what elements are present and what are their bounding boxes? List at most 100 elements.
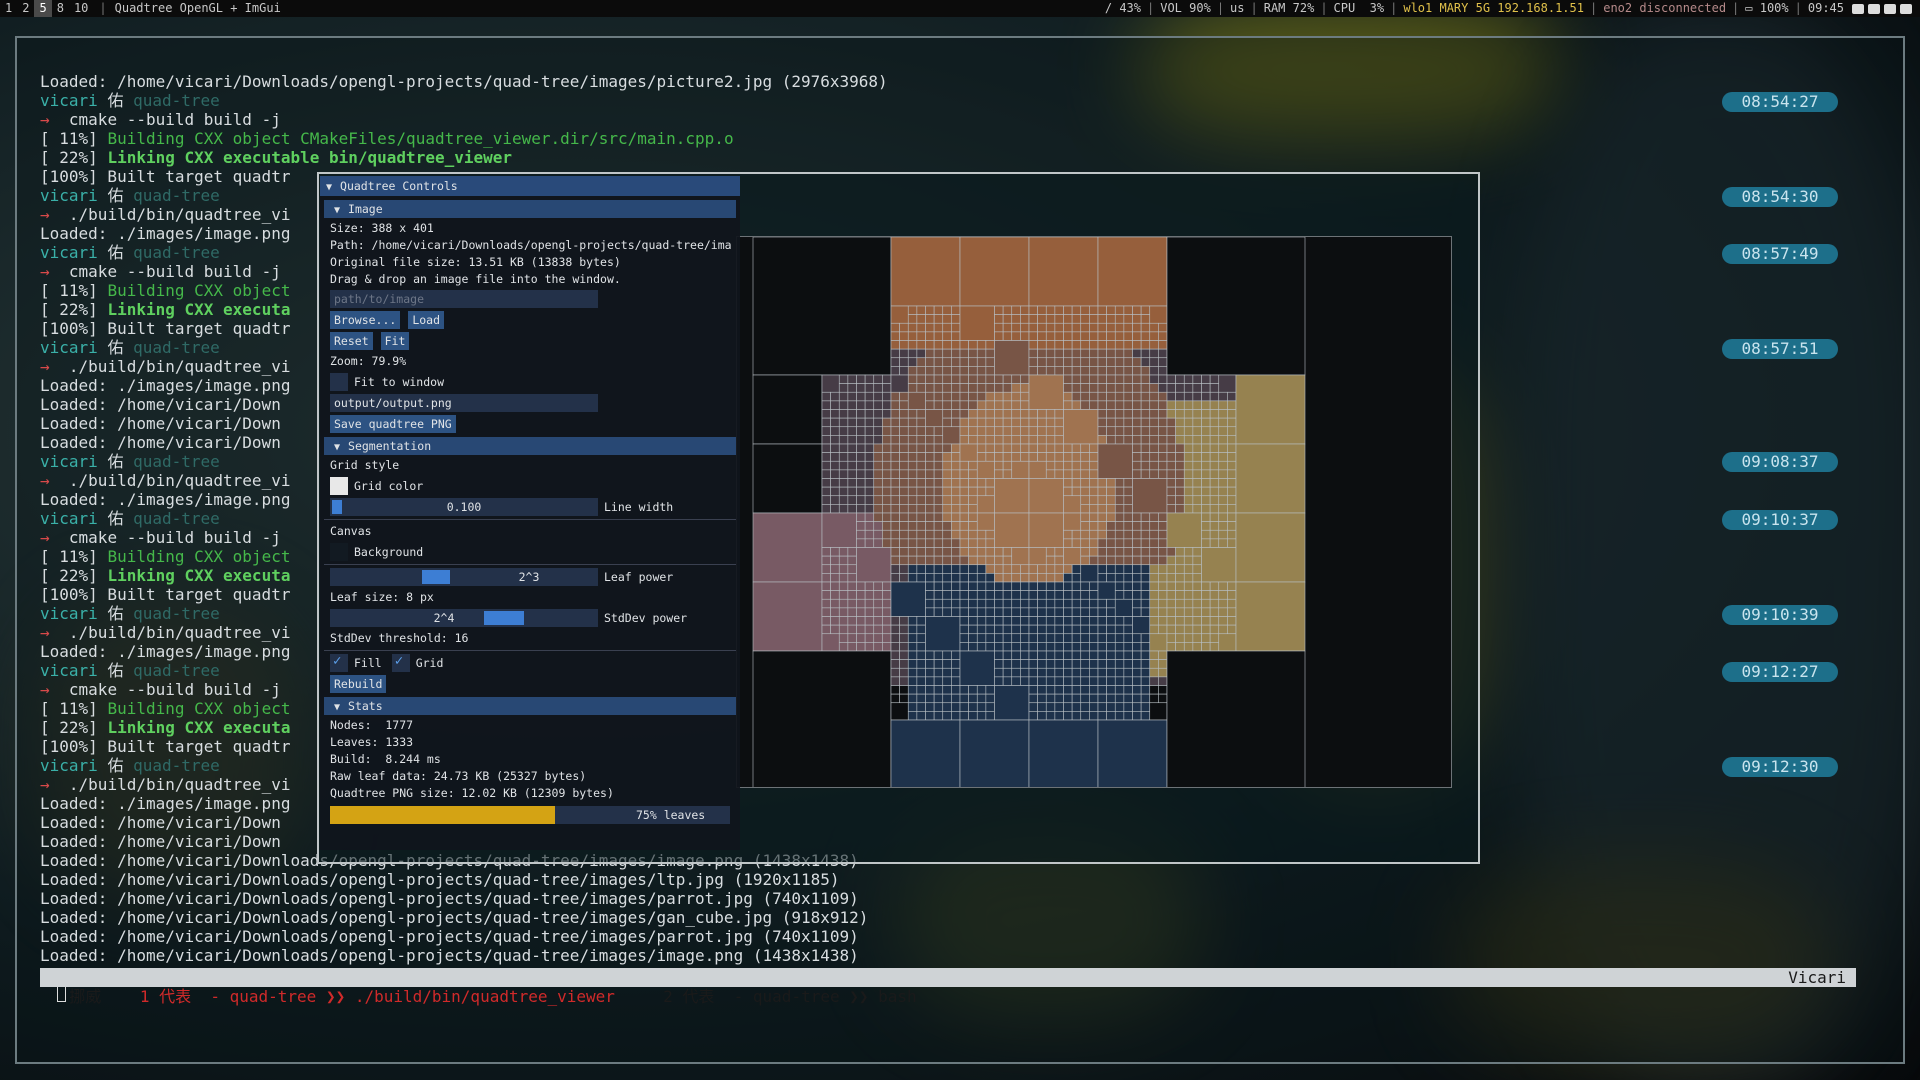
quadtree-leaf — [1080, 547, 1090, 557]
quadtree-leaf — [1140, 314, 1151, 324]
quadtree-leaf — [1114, 590, 1125, 600]
quadtree-leaf — [864, 460, 875, 471]
quadtree-leaf — [1132, 659, 1142, 669]
background-color-swatch[interactable] — [330, 543, 348, 561]
quadtree-leaf — [1175, 486, 1185, 497]
quadtree-leaf — [1071, 478, 1082, 488]
stats-section-header[interactable]: ▼ Stats — [324, 697, 736, 715]
prompt-arrow-icon: → — [40, 528, 50, 547]
browse-button[interactable]: Browse... — [330, 311, 401, 329]
output-path-input[interactable]: output/output.png — [330, 394, 598, 412]
quadtree-leaf — [856, 521, 866, 531]
workspace-5[interactable]: 5 — [34, 0, 52, 17]
save-quadtree-png-button[interactable]: Save quadtree PNG — [330, 415, 456, 433]
quadtree-leaf — [1106, 547, 1116, 557]
quadtree-leaf — [942, 391, 952, 402]
quadtree-leaf — [864, 607, 875, 617]
fill-checkbox[interactable] — [330, 653, 348, 672]
quadtree-leaf — [864, 383, 875, 393]
quadtree-leaf — [907, 667, 918, 678]
grid-checkbox[interactable] — [391, 653, 410, 672]
slider-grab[interactable] — [332, 500, 342, 514]
quadtree-leaf — [959, 650, 995, 686]
workspace-2[interactable]: 2 — [17, 0, 34, 17]
leaf-power-slider[interactable]: 2^3 — [330, 568, 598, 586]
quadtree-leaf — [1166, 564, 1176, 574]
quadtree-leaf — [1114, 357, 1125, 367]
quadtree-leaf — [847, 504, 857, 514]
quadtree-leaf — [925, 512, 935, 522]
quadtree-leaf — [873, 598, 883, 609]
quadtree-leaf — [1201, 633, 1211, 643]
load-button[interactable]: Load — [408, 311, 445, 329]
quadtree-leaf — [1028, 650, 1038, 660]
workspace-8[interactable]: 8 — [52, 0, 69, 17]
grid-color-swatch[interactable] — [330, 477, 348, 495]
quadtree-leaf — [933, 693, 944, 704]
quadtree-leaf — [1002, 391, 1013, 402]
tray-icon[interactable] — [1900, 3, 1912, 14]
quadtree-leaf — [1028, 340, 1038, 350]
quadtree-leaf — [899, 538, 909, 548]
quadtree-leaf — [890, 650, 900, 660]
rebuild-button[interactable]: Rebuild — [330, 675, 387, 693]
tmux-window-2[interactable]: 2 代表 - quad-tree ❯❯ bash — [663, 987, 917, 1006]
quadtree-leaf — [1175, 633, 1185, 643]
quadtree-leaf — [976, 383, 987, 393]
quadtree-leaf — [847, 633, 857, 643]
tray-icon[interactable] — [1884, 3, 1896, 14]
panel-title-bar[interactable]: ▼ Quadtree Controls — [320, 176, 740, 196]
quadtree-leaf — [1123, 504, 1133, 514]
tmux-window-1[interactable]: 1 代表 - quad-tree ❯❯ ./build/bin/quadtree… — [140, 987, 615, 1006]
line-width-slider[interactable]: 0.100 — [330, 498, 598, 516]
quadtree-leaf — [1011, 642, 1021, 652]
quadtree-leaf — [821, 435, 831, 445]
quadtree-leaf — [1037, 667, 1047, 678]
quadtree-leaf — [1071, 590, 1082, 600]
image-path-input[interactable]: path/to/image — [330, 290, 598, 308]
workspace-10[interactable]: 10 — [69, 0, 93, 17]
quadtree-controls-panel[interactable]: ▼ Quadtree Controls ▼ Image Size: 388 x 40… — [320, 176, 740, 850]
quadtree-leaf — [933, 357, 944, 367]
tray-icon[interactable] — [1868, 3, 1880, 14]
quadtree-leaf — [1132, 590, 1142, 600]
quadtree-leaf — [873, 633, 883, 643]
quadtree-leaf — [1097, 564, 1107, 574]
image-section-header[interactable]: ▼ Image — [324, 200, 736, 218]
image-size: Size: 388 x 401 — [330, 221, 434, 235]
workspace-1[interactable]: 1 — [0, 0, 17, 17]
quadtree-leaf — [873, 460, 883, 471]
quadtree-leaf — [1037, 452, 1047, 462]
prompt-path: quad-tree — [133, 186, 220, 205]
quadtree-leaf — [847, 564, 857, 574]
quadtree-leaf — [968, 435, 978, 445]
quadtree-leaf — [1166, 633, 1176, 643]
quadtree-leaf — [942, 702, 952, 712]
quadtree-leaf — [1140, 443, 1151, 453]
quadtree-leaf — [1114, 409, 1125, 419]
segmentation-section-header[interactable]: ▼ Segmentation — [324, 437, 736, 455]
quadtree-leaf — [907, 702, 918, 712]
quadtree-leaf — [1209, 633, 1220, 643]
quadtree-leaf — [1235, 374, 1306, 445]
quadtree-leaf — [1028, 374, 1064, 410]
quadtree-leaf — [1045, 667, 1056, 678]
quadtree-leaf — [1106, 659, 1116, 669]
quadtree-leaf — [1089, 667, 1099, 678]
tray-icon[interactable] — [1852, 3, 1864, 14]
quadtree-leaf — [925, 374, 935, 384]
reset-button[interactable]: Reset — [330, 332, 373, 350]
quadtree-leaf — [899, 521, 909, 531]
collapse-triangle-icon[interactable]: ▼ — [326, 178, 332, 198]
quadtree-canvas[interactable] — [736, 236, 1452, 788]
quadtree-leaf — [1071, 693, 1082, 704]
fit-to-window-checkbox[interactable] — [330, 373, 348, 391]
stddev-power-slider[interactable]: 2^4 — [330, 609, 598, 627]
quadtree-leaf — [907, 547, 918, 557]
quadtree-leaf — [1071, 443, 1082, 453]
quadtree-leaf — [1106, 374, 1116, 384]
quadtree-leaf — [1123, 383, 1133, 393]
quadtree-leaf — [951, 685, 961, 695]
quadtree-leaf — [1063, 676, 1073, 686]
fit-button[interactable]: Fit — [380, 332, 410, 350]
